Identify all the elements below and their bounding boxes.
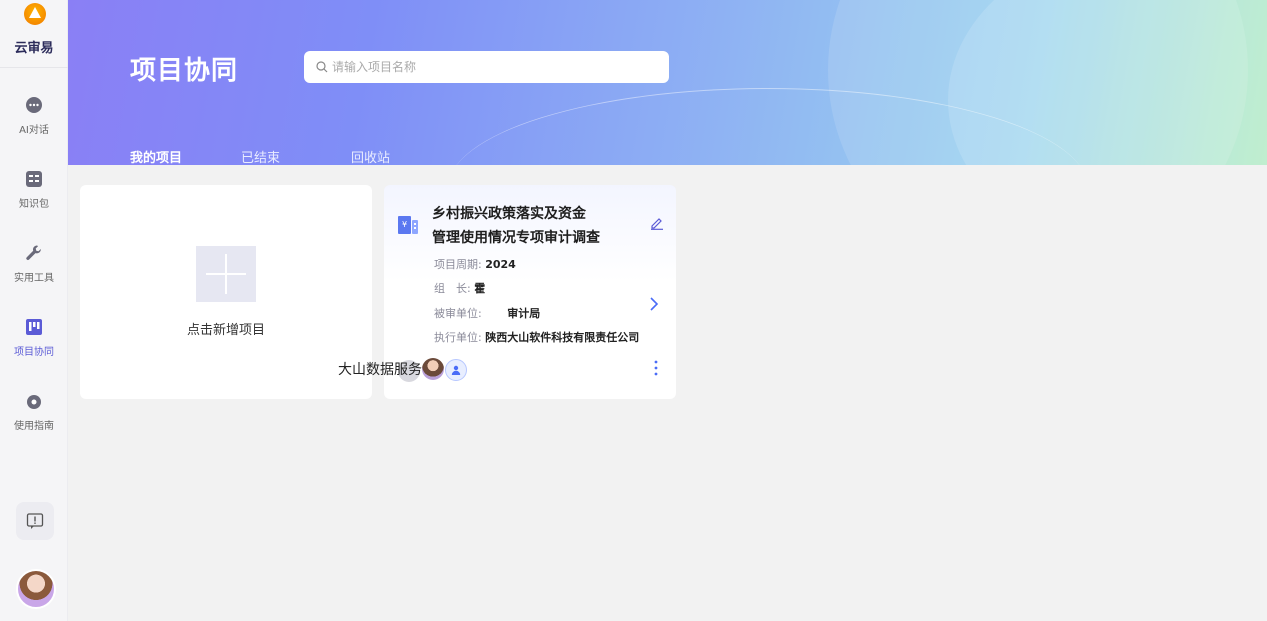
field-value: 霍 bbox=[474, 282, 486, 295]
knowledge-icon bbox=[26, 171, 42, 187]
project-audited-unit: 被审单位: 审计局 bbox=[434, 305, 540, 321]
edit-icon[interactable] bbox=[650, 216, 664, 230]
logo-icon bbox=[24, 3, 46, 25]
sidebar: 云审易 AI对话 知识包 实用工具 项目协同 使用指南 bbox=[0, 0, 68, 621]
search-icon bbox=[316, 61, 328, 73]
search-input[interactable] bbox=[332, 51, 662, 83]
sidebar-item-label: 知识包 bbox=[19, 199, 49, 210]
plus-icon bbox=[196, 246, 256, 302]
sidebar-item-knowledge[interactable]: 知识包 bbox=[0, 170, 68, 210]
field-label: 执行单位: bbox=[434, 331, 482, 344]
project-title-line: 乡村振兴政策落实及资金 bbox=[432, 206, 586, 222]
app-logo[interactable]: 云审易 bbox=[0, 0, 68, 68]
field-label: 组 长: bbox=[434, 282, 471, 295]
wrench-icon bbox=[26, 245, 41, 260]
new-project-label: 点击新增项目 bbox=[186, 323, 265, 338]
sidebar-item-project-collab[interactable]: 项目协同 bbox=[0, 318, 68, 358]
add-person-icon bbox=[451, 365, 461, 375]
member-name: 大山数据服务 bbox=[338, 362, 422, 378]
sidebar-item-label: 实用工具 bbox=[14, 273, 54, 284]
project-executor: 执行单位: 陕西大山软件科技有限责任公司 bbox=[434, 329, 639, 345]
search-box[interactable] bbox=[304, 51, 669, 83]
field-value: 2024 bbox=[485, 258, 516, 271]
project-title[interactable]: 乡村振兴政策落实及资金 管理使用情况专项审计调查 bbox=[432, 202, 647, 250]
field-label: 项目周期: bbox=[434, 258, 482, 271]
more-vertical-icon[interactable] bbox=[653, 359, 659, 377]
svg-text:¥: ¥ bbox=[402, 220, 407, 229]
field-value: 陕西大山软件科技有限责任公司 bbox=[485, 331, 640, 344]
logo-text: 云审易 bbox=[14, 41, 54, 56]
tab-my-projects[interactable]: 我的项目 bbox=[130, 147, 182, 165]
kanban-icon bbox=[26, 319, 42, 335]
project-leader: 组 长: 霍 bbox=[434, 280, 485, 296]
project-card[interactable]: ¥ 乡村振兴政策落实及资金 管理使用情况专项审计调查 项目周期: 2024 组 … bbox=[338, 185, 676, 399]
field-value: 审计局 bbox=[507, 307, 541, 320]
field-label: 被审单位: bbox=[434, 307, 482, 320]
project-period: 项目周期: 2024 bbox=[434, 256, 516, 272]
page-header: 项目协同 我的项目 已结束 回收站 bbox=[68, 0, 1267, 165]
guide-icon bbox=[27, 395, 41, 409]
chat-icon bbox=[26, 97, 42, 113]
chevron-right-icon[interactable] bbox=[649, 296, 659, 312]
page-title: 项目协同 bbox=[130, 56, 239, 86]
sidebar-item-ai-chat[interactable]: AI对话 bbox=[0, 96, 68, 136]
new-project-card[interactable]: 点击新增项目 bbox=[80, 185, 372, 399]
user-avatar[interactable] bbox=[16, 569, 56, 609]
feedback-button[interactable] bbox=[16, 502, 54, 540]
sidebar-item-tools[interactable]: 实用工具 bbox=[0, 244, 68, 284]
sidebar-item-label: 使用指南 bbox=[14, 421, 54, 432]
sidebar-item-label: AI对话 bbox=[19, 125, 49, 136]
project-title-line: 管理使用情况专项审计调查 bbox=[432, 230, 600, 246]
tab-finished[interactable]: 已结束 bbox=[241, 147, 280, 165]
add-member-button[interactable] bbox=[445, 359, 467, 381]
member-avatar bbox=[422, 358, 444, 380]
tab-recycle-bin[interactable]: 回收站 bbox=[351, 147, 390, 165]
sidebar-item-label: 项目协同 bbox=[14, 347, 54, 358]
finance-building-icon: ¥ bbox=[398, 216, 418, 234]
feedback-icon bbox=[26, 513, 44, 529]
sidebar-item-guide[interactable]: 使用指南 bbox=[0, 394, 68, 432]
